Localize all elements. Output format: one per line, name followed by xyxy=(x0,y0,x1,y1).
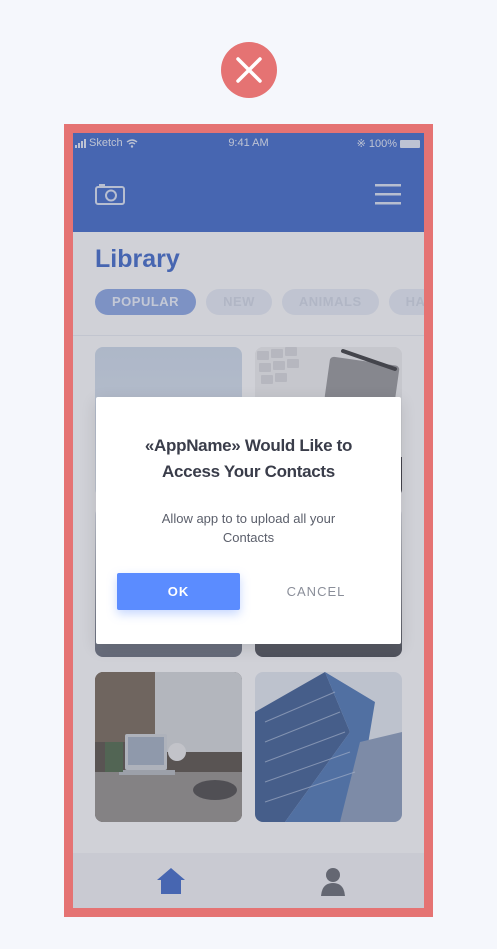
cancel-button[interactable]: CANCEL xyxy=(266,573,366,610)
dialog-title: «AppName» Would Like to Access Your Cont… xyxy=(144,436,353,481)
dialog-message: Allow app to to upload all your Contacts xyxy=(161,511,336,545)
phone-frame: Sketch 9:41 AM ※ 100% Library POPULAR NE… xyxy=(64,124,433,917)
phone-screen: Sketch 9:41 AM ※ 100% Library POPULAR NE… xyxy=(73,133,424,908)
close-icon[interactable] xyxy=(221,42,277,98)
permission-dialog: «AppName» Would Like to Access Your Cont… xyxy=(96,397,401,644)
ok-button[interactable]: OK xyxy=(117,573,240,610)
